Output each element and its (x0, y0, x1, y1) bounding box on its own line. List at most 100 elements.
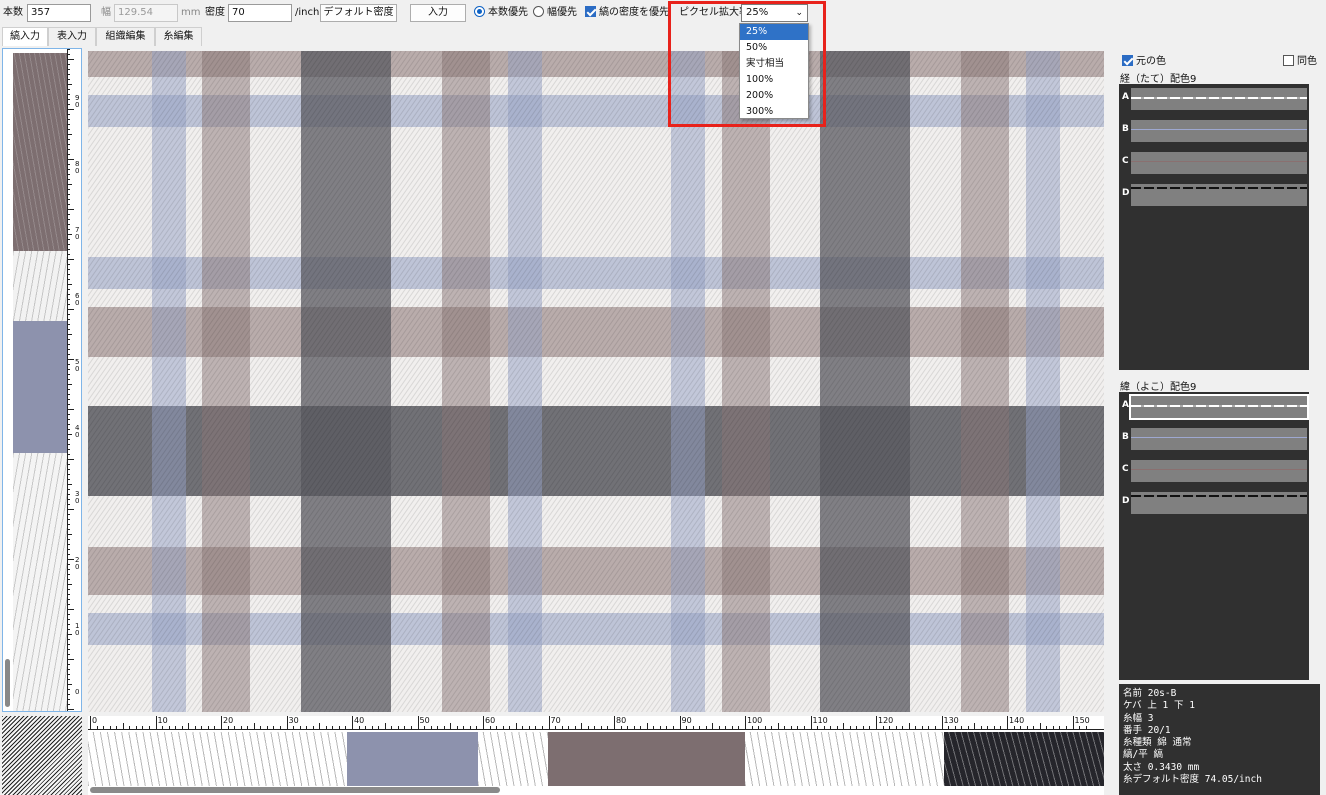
ruler-tick (1072, 716, 1074, 729)
pixel-zoom-select[interactable]: 25% ⌄ (741, 4, 808, 22)
ruler-tick (993, 726, 995, 729)
fabric-vertical-scrollbar[interactable] (1105, 51, 1113, 712)
ruler-tick (640, 726, 642, 729)
yarn-info-line: 番手 20/1 (1123, 724, 1171, 736)
ruler-tick (332, 726, 334, 729)
ruler-tick (68, 414, 70, 415)
ruler-tick (1059, 726, 1061, 729)
ruler-tick (823, 726, 825, 729)
ruler-tick (568, 726, 570, 729)
ruler-tick (469, 726, 471, 729)
tab-stripe-input[interactable]: 縞入力 (2, 27, 48, 46)
fabric-preview[interactable] (88, 51, 1104, 712)
ruler-tick (68, 584, 72, 585)
ruler-tick (345, 726, 347, 729)
tab-weave-edit[interactable]: 組織編集 (96, 27, 155, 46)
radio-count-priority[interactable]: 本数優先 (474, 4, 528, 22)
vertical-ruler: 9 0 8 0 7 0 6 0 5 0 4 0 3 0 2 0 1 0 0 (67, 49, 81, 711)
zoom-option[interactable]: 100% (740, 72, 808, 88)
ruler-tick (483, 716, 484, 729)
twill-texture (88, 51, 1104, 712)
ruler-tick (68, 144, 70, 145)
warp-swatch-a[interactable]: A (1119, 85, 1309, 113)
ruler-tick (607, 726, 609, 729)
weft-swatch-list[interactable]: A B C D (1119, 392, 1309, 680)
check-warp-density[interactable]: 縞の密度を優先 (585, 4, 669, 22)
ruler-tick (764, 726, 766, 729)
ruler-tick (790, 726, 792, 729)
radio-width-priority-label: 幅優先 (547, 7, 577, 18)
zoom-option[interactable]: 50% (740, 40, 808, 56)
ruler-tick (68, 494, 70, 495)
ruler-tick (68, 634, 72, 635)
ruler-tick (784, 726, 786, 729)
weft-stripe-strip[interactable]: 9 0 8 0 7 0 6 0 5 0 4 0 3 0 2 0 1 0 0 (2, 48, 82, 712)
stripe-segment (548, 732, 745, 786)
width-input[interactable]: 129.54 (114, 4, 178, 22)
pixel-zoom-dropdown[interactable]: 25% 50% 実寸相当 100% 200% 300% (739, 23, 809, 119)
ruler-tick (260, 726, 262, 729)
weft-swatch-a[interactable]: A (1119, 393, 1309, 421)
ruler-tick (68, 109, 74, 110)
ruler-tick (68, 79, 70, 80)
ruler-tick (135, 726, 137, 729)
ruler-tick (489, 726, 491, 729)
ruler-tick (902, 726, 904, 729)
stripe-segment (13, 453, 67, 711)
zoom-option[interactable]: 200% (740, 88, 808, 104)
ruler-tick (397, 726, 399, 729)
ruler-tick (1046, 726, 1048, 729)
ruler-tick (843, 723, 845, 729)
count-input[interactable]: 357 (27, 4, 91, 22)
ruler-tick (797, 726, 799, 729)
warp-swatch-b[interactable]: B (1119, 117, 1309, 145)
ruler-tick (338, 726, 340, 729)
warp-swatch-list[interactable]: A B C D (1119, 84, 1309, 370)
ruler-tick (555, 726, 557, 729)
checkbox-icon (585, 6, 596, 17)
same-color-checkbox[interactable]: 同色 (1283, 52, 1317, 67)
ruler-tick (253, 723, 255, 729)
pixel-zoom-value: 25% (746, 7, 769, 18)
ruler-label: 10 (157, 716, 168, 725)
ruler-tick (437, 726, 439, 729)
original-color-checkbox[interactable]: 元の色 (1122, 52, 1166, 67)
weft-swatch-d[interactable]: D (1119, 489, 1309, 517)
ruler-tick (1039, 723, 1041, 729)
ruler-tick (430, 726, 432, 729)
ruler-tick (68, 484, 72, 485)
weft-swatch-c[interactable]: C (1119, 457, 1309, 485)
warp-swatch-d[interactable]: D (1119, 181, 1309, 209)
zoom-option[interactable]: 25% (740, 24, 808, 40)
input-button[interactable]: 入力 (410, 4, 466, 22)
density-input[interactable]: 70 (228, 4, 292, 22)
zoom-option[interactable]: 実寸相当 (740, 56, 808, 72)
ruler-tick (1013, 726, 1015, 729)
vertical-scroll-thumb[interactable] (5, 659, 10, 707)
ruler-tick (967, 726, 969, 729)
ruler-tick (712, 723, 714, 729)
ruler-tick (358, 726, 360, 729)
ruler-tick (817, 726, 819, 729)
warp-swatch-c[interactable]: C (1119, 149, 1309, 177)
chevron-down-icon: ⌄ (795, 8, 803, 18)
tab-yarn-edit[interactable]: 糸編集 (155, 27, 202, 46)
zoom-option[interactable]: 300% (740, 104, 808, 120)
horizontal-scroll-thumb[interactable] (90, 787, 500, 793)
ruler-tick (273, 726, 275, 729)
ruler-tick (68, 59, 74, 60)
ruler-tick (68, 254, 70, 255)
ruler-tick (954, 726, 956, 729)
warp-stripe-strip[interactable]: 0 10 20 30 40 50 60 70 80 90 100 110 120 130 140 150 (88, 716, 1104, 795)
ruler-tick (424, 726, 426, 729)
ruler-tick (889, 726, 891, 729)
ruler-tick (122, 723, 124, 729)
ruler-tick (227, 726, 229, 729)
ruler-tick (68, 489, 70, 490)
radio-width-priority[interactable]: 幅優先 (533, 4, 577, 22)
default-density-button[interactable]: デフォルト密度 (320, 4, 397, 22)
weft-swatch-b[interactable]: B (1119, 425, 1309, 453)
tab-table-input[interactable]: 表入力 (48, 27, 96, 46)
ruler-tick (417, 716, 419, 729)
stripe-segment (745, 732, 944, 786)
